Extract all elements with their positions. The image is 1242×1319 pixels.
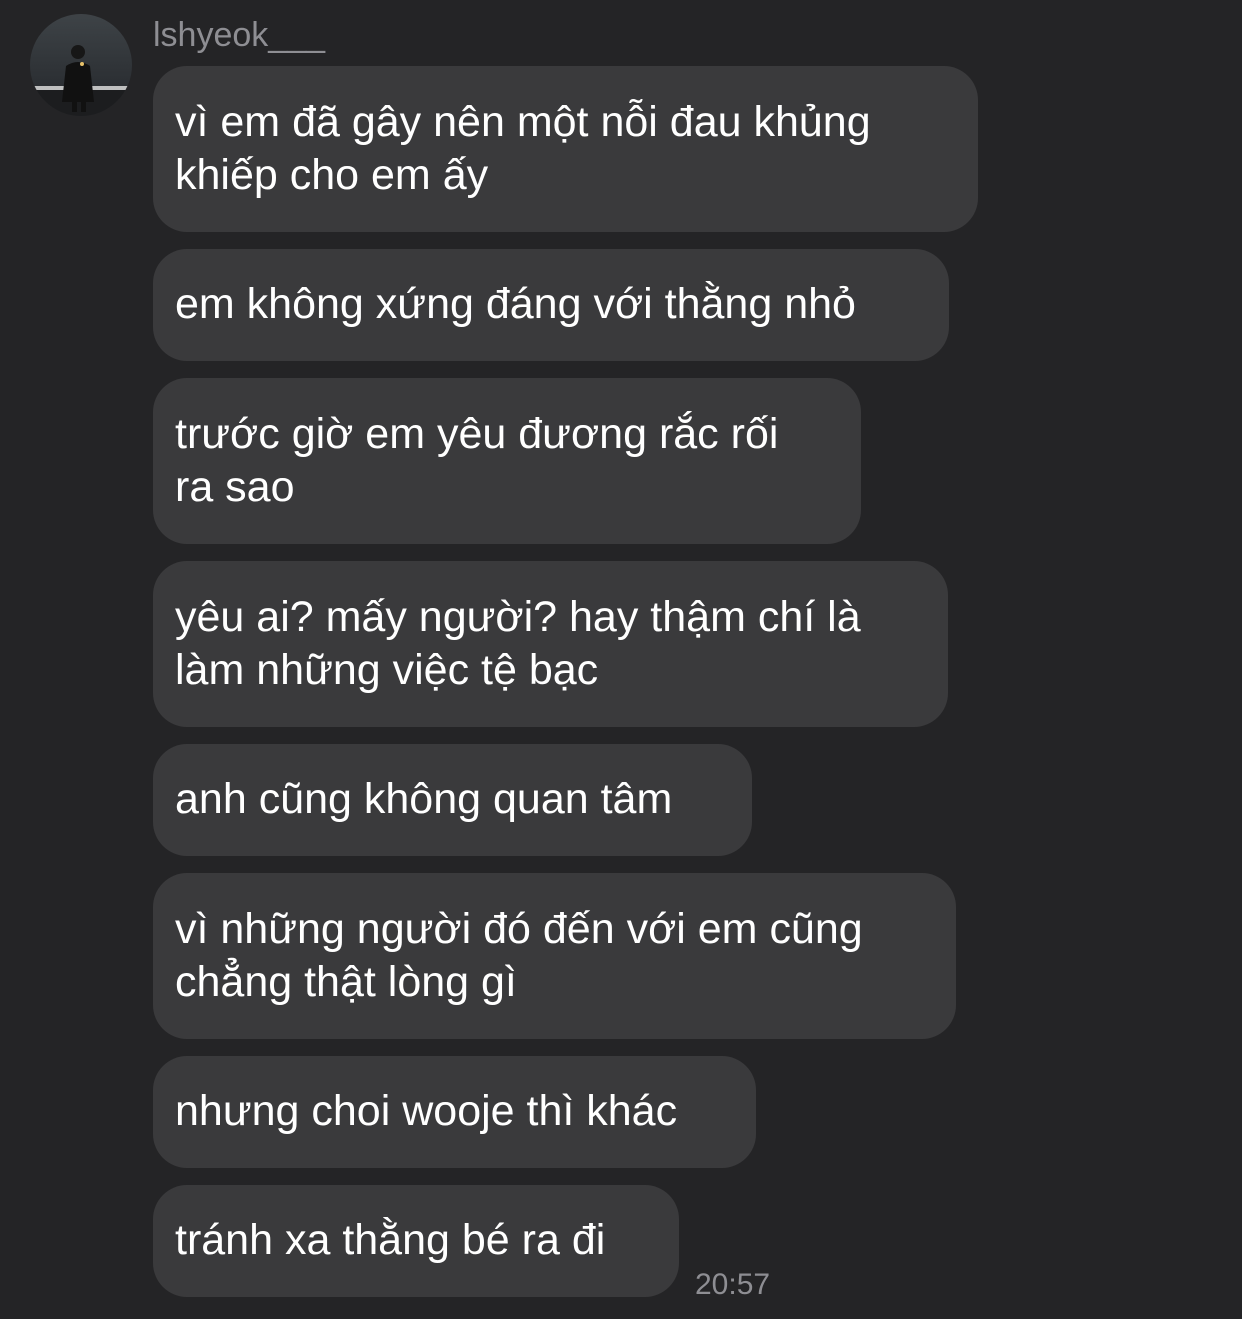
message-line: chẳng thật lòng gì: [175, 958, 517, 1006]
message-line: trước giờ em yêu đương rắc rối: [175, 410, 779, 458]
avatar-photo: [30, 14, 132, 116]
message-bubble[interactable]: tránh xa thằng bé ra đi: [153, 1185, 679, 1297]
message-bubble[interactable]: vì em đã gây nên một nỗi đau khủng khiếp…: [153, 66, 978, 232]
message-bubble[interactable]: nhưng choi wooje thì khác: [153, 1056, 756, 1168]
message-line: yêu ai? mấy người? hay thậm chí là: [175, 593, 861, 641]
message-line: khiếp cho em ấy: [175, 151, 489, 199]
sender-name[interactable]: lshyeok___: [153, 14, 325, 56]
message-line: làm những việc tệ bạc: [175, 646, 599, 694]
message-line: anh cũng không quan tâm: [175, 775, 673, 823]
message-line: vì em đã gây nên một nỗi đau khủng: [175, 98, 871, 146]
message-bubble[interactable]: anh cũng không quan tâm: [153, 744, 752, 856]
sender-avatar[interactable]: [30, 14, 132, 116]
message-bubble[interactable]: vì những người đó đến với em cũng chẳng …: [153, 873, 956, 1039]
message-timestamp: 20:57: [695, 1268, 771, 1301]
message-bubble[interactable]: trước giờ em yêu đương rắc rối ra sao: [153, 378, 861, 544]
message-line: vì những người đó đến với em cũng: [175, 905, 863, 953]
message-line: ra sao: [175, 463, 295, 511]
message-bubble[interactable]: em không xứng đáng với thằng nhỏ: [153, 249, 949, 361]
message-line: nhưng choi wooje thì khác: [175, 1087, 678, 1135]
message-bubble[interactable]: yêu ai? mấy người? hay thậm chí là làm n…: [153, 561, 948, 727]
message-line: em không xứng đáng với thằng nhỏ: [175, 280, 856, 328]
message-line: tránh xa thằng bé ra đi: [175, 1216, 606, 1264]
